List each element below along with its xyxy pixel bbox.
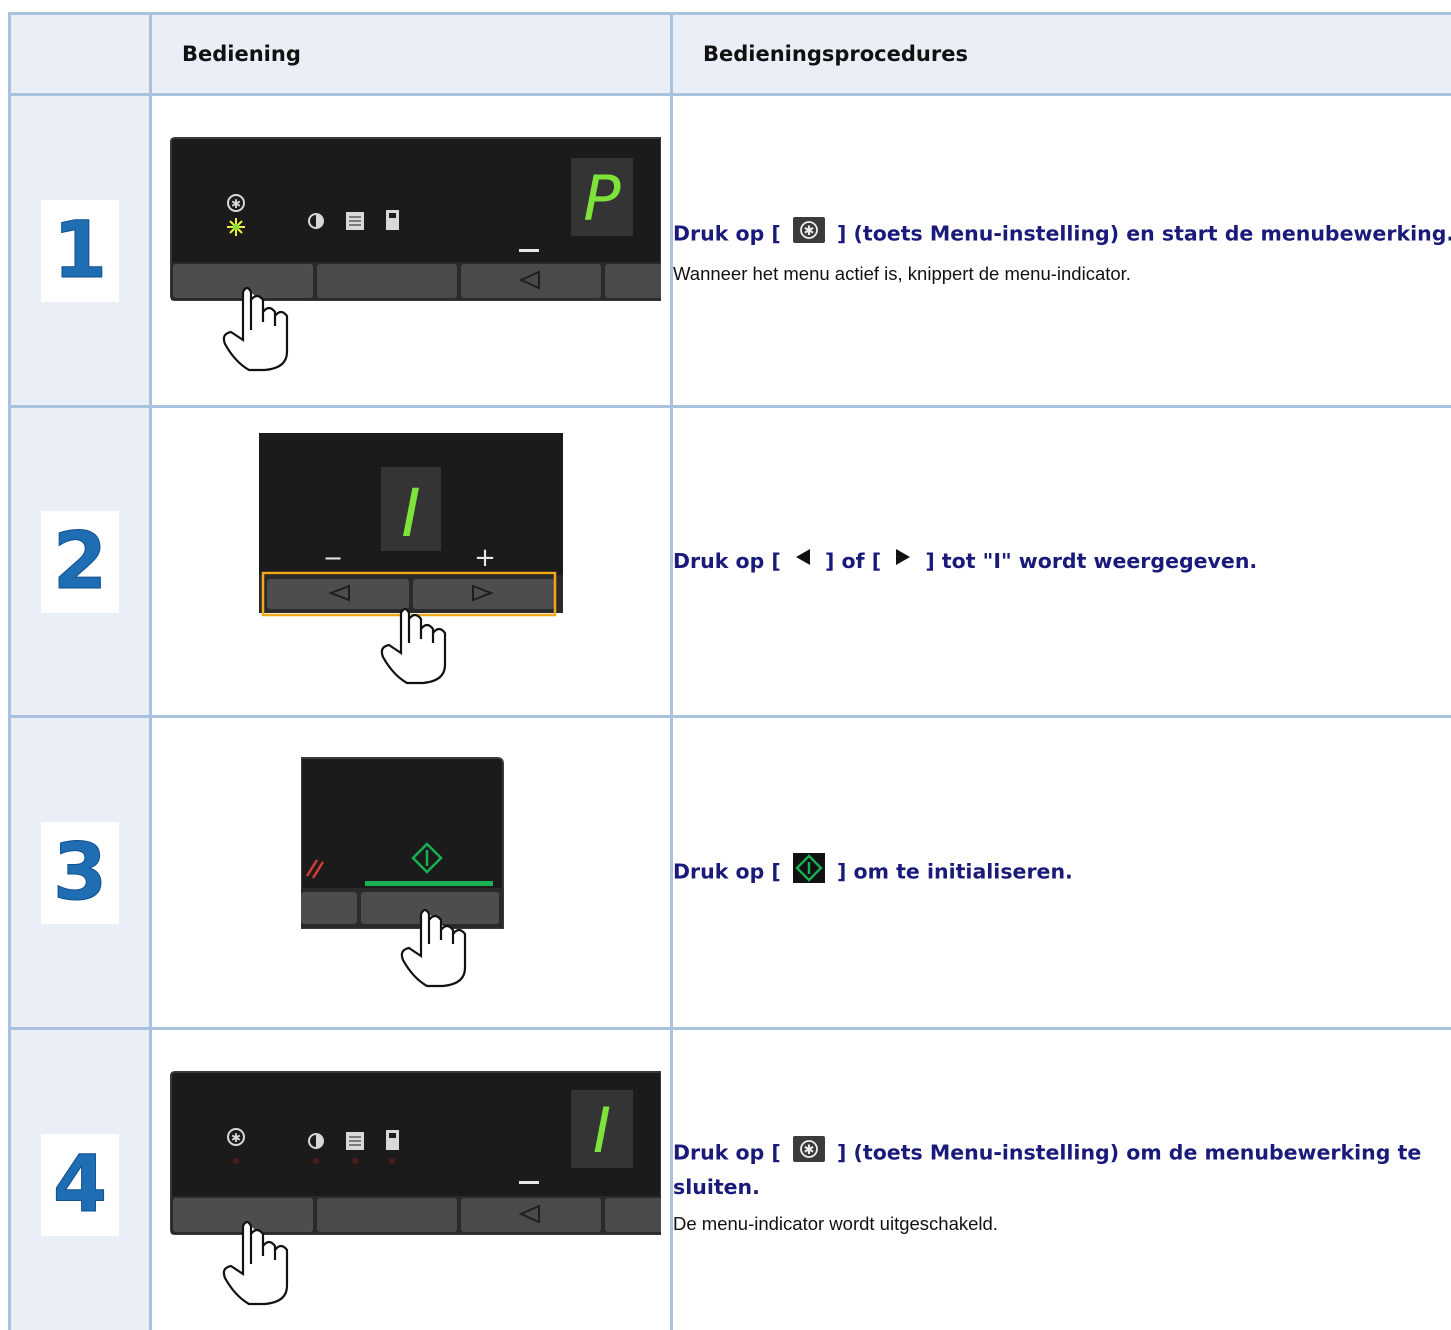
svg-text:✱: ✱ <box>803 224 814 239</box>
step-number-cell: 2 <box>8 405 152 718</box>
operation-cell: I ✱ <box>149 1027 673 1330</box>
header-cell-procedure: Bedieningsprocedures <box>670 12 1451 96</box>
instruction-text-after: ] om te initialiseren. <box>837 859 1073 884</box>
step-note: De menu-indicator wordt uitgeschakeld. <box>673 1212 998 1234</box>
step-instruction: Druk op [ ✱ ] (toets Menu-instelling) om… <box>673 1135 1451 1203</box>
step-number-box: 2 <box>41 510 119 613</box>
instruction-text-after: ] (toets Menu-instelling) en start de me… <box>837 221 1451 246</box>
start-key-illustration <box>301 744 521 1001</box>
step-number: 2 <box>52 516 108 607</box>
operation-cell: P ✱ <box>149 93 673 408</box>
step-row-1: 1 P ✱ Druk op [✱] (toets Menu-instelli… <box>8 93 1451 408</box>
step-row-3: 3 Druk op [ ] om te initialiseren. <box>8 715 1451 1030</box>
control-panel-illustration: P ✱ <box>161 122 661 379</box>
control-panel-illustration: I ✱ <box>161 1056 661 1313</box>
left-arrow-icon <box>792 546 814 577</box>
minus-sign: − <box>323 544 343 572</box>
step-note: Wanneer het menu actief is, knippert de … <box>673 263 1131 284</box>
procedure-cell: Druk op [ ] om te initialiseren. <box>670 715 1451 1030</box>
step-number-cell: 3 <box>8 715 152 1030</box>
instruction-text-before: Druk op [ <box>673 221 781 246</box>
operation-cell <box>149 715 673 1030</box>
header-procedure-label: Bedieningsprocedures <box>703 42 968 66</box>
instruction-text-after: ] (toets Menu-instelling) om de menubewe… <box>673 1140 1422 1199</box>
header-cell-number <box>8 12 152 96</box>
procedure-cell: Druk op [ ] of [ ] tot "I" wordt weergeg… <box>670 405 1451 718</box>
step-number: 1 <box>52 205 108 296</box>
instruction-text-after: ] tot "I" wordt weergegeven. <box>925 548 1258 573</box>
instruction-text-before: Druk op [ <box>673 1140 781 1164</box>
procedure-cell: Druk op [ ✱ ] (toets Menu-instelling) om… <box>670 1027 1451 1330</box>
menu-setting-key-icon: ✱ <box>792 216 826 253</box>
svg-text:✱: ✱ <box>231 1131 241 1145</box>
instruction-text-before: Druk op [ <box>673 859 781 884</box>
step-number-box: 1 <box>41 199 119 302</box>
procedure-cell: Druk op [ ✱ ] (toets Menu-instelling) en… <box>670 93 1451 408</box>
table-header-row: Bediening Bedieningsprocedures <box>8 12 1451 96</box>
step-row-2: 2 I − + Druk op [ ] of [] tot "I" wordt… <box>8 405 1451 718</box>
svg-text:I: I <box>593 1094 611 1167</box>
procedure-page: Bediening Bedieningsprocedures 1 P ✱ Dru… <box>0 0 1451 1330</box>
svg-text:✱: ✱ <box>231 197 241 211</box>
plus-sign: + <box>474 543 496 573</box>
step-number-cell: 1 <box>8 93 152 408</box>
step-instruction: Druk op [ ] om te initialiseren. <box>673 852 1451 893</box>
step-row-4: 4 I ✱ Druk op [✱] (toets Menu-instelli… <box>8 1027 1451 1330</box>
header-cell-operation: Bediening <box>149 12 673 96</box>
step-instruction: Druk op [ ] of [ ] tot "I" wordt weergeg… <box>673 546 1451 578</box>
arrow-keys-illustration: I − + <box>259 433 563 690</box>
step-number: 4 <box>52 1139 108 1230</box>
operation-cell: I − + <box>149 405 673 718</box>
step-number-box: 3 <box>41 821 119 924</box>
menu-setting-key-icon: ✱ <box>792 1135 826 1172</box>
svg-text:✱: ✱ <box>803 1143 814 1158</box>
svg-text:P: P <box>583 162 621 235</box>
svg-text:I: I <box>401 475 420 552</box>
procedure-table: Bediening Bedieningsprocedures 1 P ✱ Dru… <box>8 12 1451 1330</box>
step-number-box: 4 <box>41 1133 119 1236</box>
step-instruction: Druk op [ ✱ ] (toets Menu-instelling) en… <box>673 216 1451 253</box>
instruction-text-before: Druk op [ <box>673 548 781 573</box>
start-key-icon <box>792 852 826 893</box>
step-number: 3 <box>52 827 108 918</box>
right-arrow-icon <box>892 546 914 577</box>
instruction-text-mid: ] of [ <box>825 548 882 573</box>
step-number-cell: 4 <box>8 1027 152 1330</box>
header-operation-label: Bediening <box>182 42 301 66</box>
